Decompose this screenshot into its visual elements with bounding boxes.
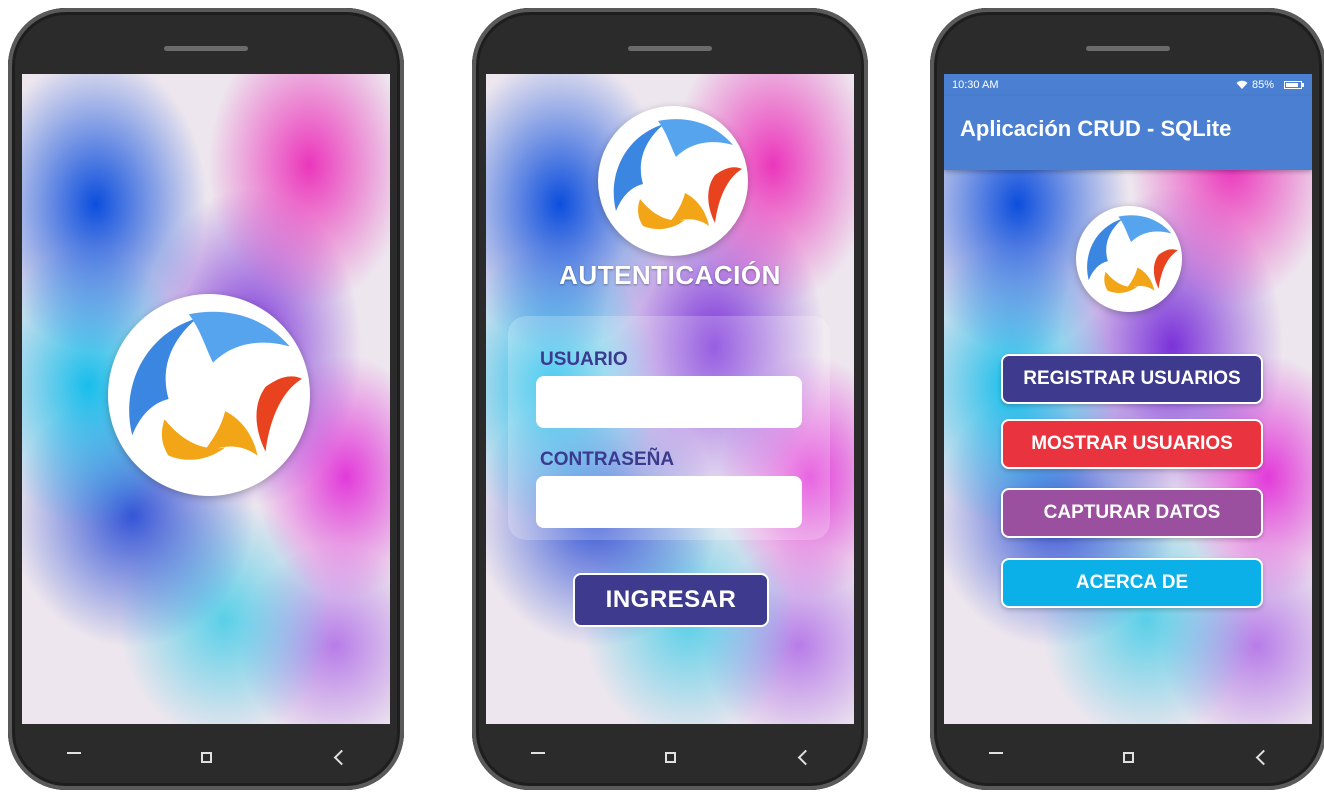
nav-bar [472,724,868,790]
phone-home: 10:30 AM 85% Aplicación CRUD - SQLite RE… [930,8,1324,790]
swirl-logo-icon [1076,206,1182,312]
page-title: AUTENTICACIÓN [559,260,781,290]
status-bar: 10:30 AM 85% [944,74,1312,96]
minus-icon[interactable] [44,742,104,772]
about-button[interactable]: ACERCA DE [1001,558,1263,608]
login-screen: AUTENTICACIÓN USUARIO CONTRASEÑA INGRESA… [486,74,854,724]
phone-speaker [1086,46,1170,51]
square-icon[interactable] [176,742,236,772]
phone-login: AUTENTICACIÓN USUARIO CONTRASEÑA INGRESA… [472,8,868,790]
phone-speaker [164,46,248,51]
battery-level: 85% [1251,79,1274,91]
wifi-icon [1236,80,1248,89]
square-icon[interactable] [640,742,700,772]
password-label: CONTRASEÑA [540,449,675,470]
phone-splash [8,8,404,790]
phone-speaker [628,46,712,51]
capture-data-button[interactable]: CAPTURAR DATOS [1001,488,1263,538]
splash-screen [22,74,390,724]
swirl-logo-icon [108,294,310,496]
nav-bar [930,724,1324,790]
chevron-left-icon[interactable] [1230,742,1290,772]
chevron-left-icon[interactable] [308,742,368,772]
home-screen: 10:30 AM 85% Aplicación CRUD - SQLite RE… [944,74,1312,724]
user-input[interactable] [536,376,802,428]
chevron-left-icon[interactable] [772,742,832,772]
nav-bar [8,724,404,790]
login-button[interactable]: INGRESAR [573,573,769,627]
register-users-button[interactable]: REGISTRAR USUARIOS [1001,354,1263,404]
app-bar: Aplicación CRUD - SQLite [944,96,1312,170]
app-title: Aplicación CRUD - SQLite [960,116,1232,141]
square-icon[interactable] [1098,742,1158,772]
swirl-logo-icon [598,106,748,256]
minus-icon[interactable] [508,742,568,772]
show-users-button[interactable]: MOSTRAR USUARIOS [1001,419,1263,469]
status-time: 10:30 AM [952,79,999,91]
minus-icon[interactable] [966,742,1026,772]
password-input[interactable] [536,476,802,528]
login-form: USUARIO CONTRASEÑA [508,316,830,540]
battery-icon [1284,81,1304,89]
user-label: USUARIO [540,349,628,370]
